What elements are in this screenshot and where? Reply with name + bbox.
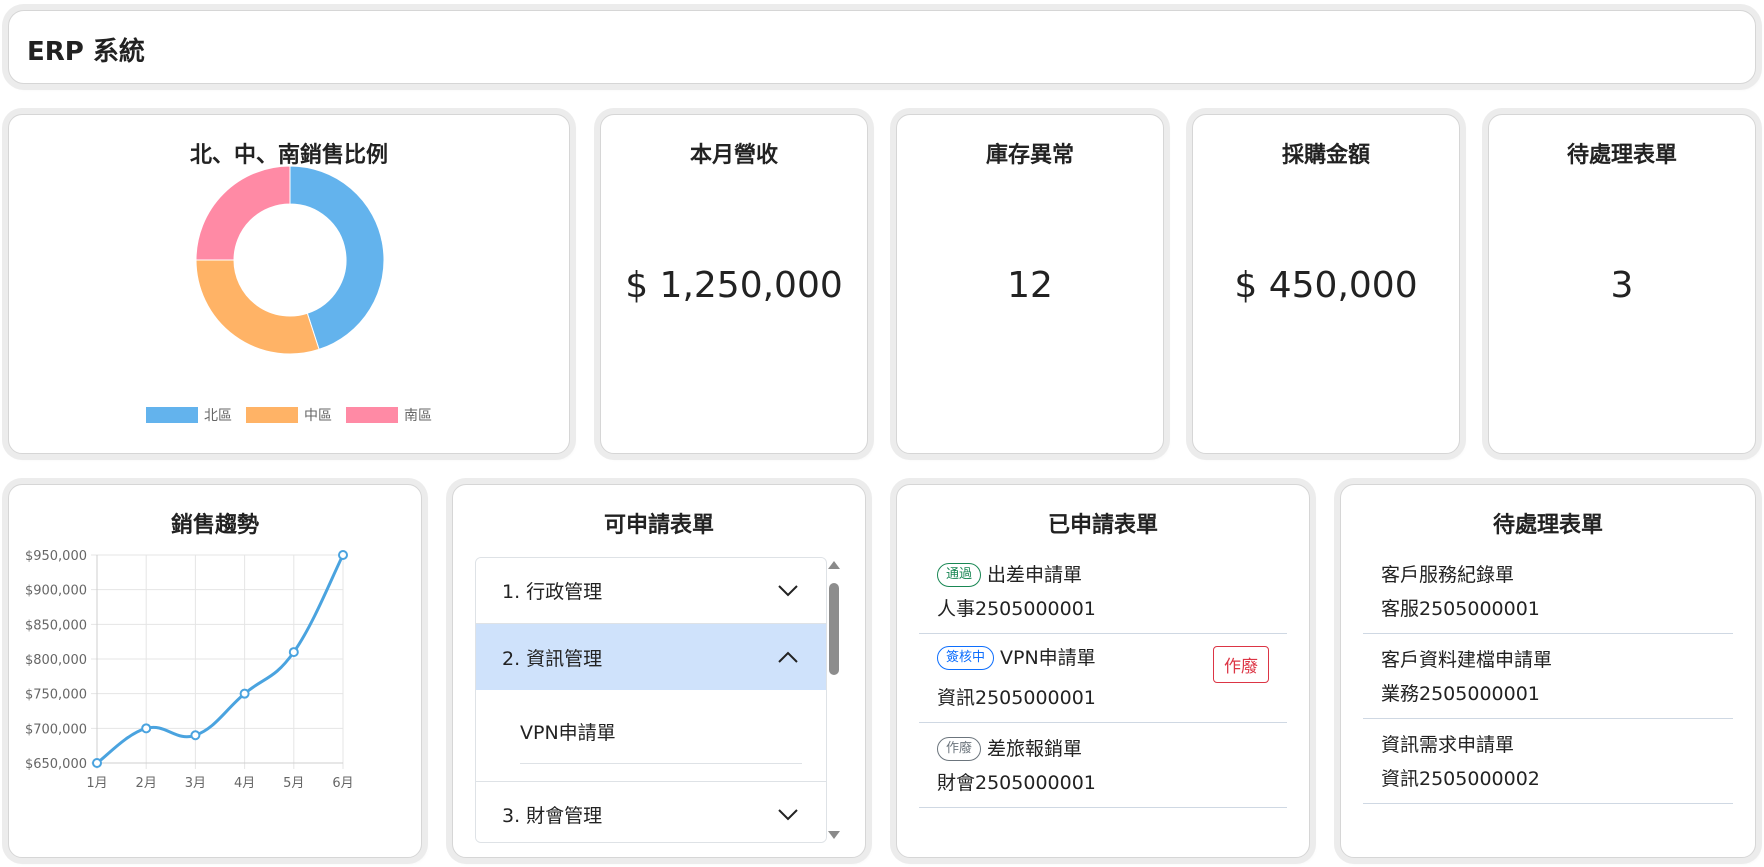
accordion-item-finance[interactable]: 3. 財會管理 <box>476 782 826 842</box>
sales-trend-line-chart: $950,000 $900,000 $850,000 $800,000 $750,000… <box>25 549 354 791</box>
y-tick-label: $750,000 <box>25 688 87 703</box>
applied-forms-card: 已申請表單 通過 出差申請單 人事2505000001 簽核中 VPN申請單 資… <box>896 484 1310 858</box>
sales-ratio-legend: 北區 中區 南區 <box>9 405 569 425</box>
list-item[interactable]: 作廢 差旅報銷單 財會2505000001 <box>919 723 1287 808</box>
data-point[interactable] <box>92 758 102 768</box>
stat-value-inventory: 12 <box>1007 265 1053 306</box>
apply-forms-card: 可申請表單 1. 行政管理 2. 資訊管理 VPN申請單 3. 財會管理 <box>452 484 866 858</box>
accordion-label-it: 2. 資訊管理 <box>502 647 603 670</box>
accordion-label-finance: 3. 財會管理 <box>502 805 603 827</box>
form-number: 業務2505000001 <box>1381 683 1540 705</box>
legend-label-north: 北區 <box>204 408 232 424</box>
form-number: 財會2505000001 <box>937 772 1096 794</box>
accordion-item-it[interactable]: 2. 資訊管理 <box>476 624 826 690</box>
form-name: 客戶資料建檔申請單 <box>1381 649 1553 671</box>
stat-title-pending: 待處理表單 <box>1566 143 1677 168</box>
accordion-body-it: VPN申請單 <box>476 690 826 782</box>
form-name: 資訊需求申請單 <box>1381 734 1515 756</box>
y-tick-label: $800,000 <box>25 653 87 668</box>
form-name: 差旅報銷單 <box>987 738 1083 760</box>
scroll-thumb[interactable] <box>829 583 839 675</box>
legend-label-south: 南區 <box>404 408 432 424</box>
sales-trend-card: 銷售趨勢 $950,000 $900,000 $850,000 $800,000 $75… <box>8 484 422 858</box>
stat-value-pending: 3 <box>1610 265 1634 306</box>
y-tick-label: $850,000 <box>25 618 87 633</box>
legend-item-south[interactable]: 南區 <box>346 405 432 425</box>
app-title: ERP 系統 <box>27 37 145 67</box>
form-number: 客服2505000001 <box>1381 598 1540 620</box>
list-item[interactable]: 資訊需求申請單 資訊2505000002 <box>1363 719 1733 804</box>
accordion-item-admin[interactable]: 1. 行政管理 <box>476 558 826 624</box>
x-tick-label: 5月 <box>283 776 304 791</box>
data-point[interactable] <box>190 730 201 741</box>
stat-card-revenue: 本月營收 $ 1,250,000 <box>600 114 868 454</box>
legend-label-central: 中區 <box>304 408 332 424</box>
y-tick-label: $950,000 <box>25 549 87 564</box>
pending-forms-card: 待處理表單 客戶服務紀錄單 客服2505000001 客戶資料建檔申請單 業務2… <box>1340 484 1756 858</box>
legend-swatch-central <box>246 407 298 423</box>
form-name: 出差申請單 <box>987 564 1083 586</box>
y-tick-label: $900,000 <box>25 584 87 599</box>
list-item[interactable]: 通過 出差申請單 人事2505000001 <box>919 549 1287 634</box>
apply-forms-title: 可申請表單 <box>603 513 714 538</box>
legend-item-north[interactable]: 北區 <box>146 405 232 425</box>
sales-trend-title: 銷售趨勢 <box>170 513 259 538</box>
stat-title-inventory: 庫存異常 <box>985 143 1074 168</box>
void-button[interactable]: 作廢 <box>1213 646 1269 683</box>
legend-swatch-south <box>346 407 398 423</box>
sales-ratio-card: 北、中、南銷售比例 北區 中區 南區 <box>8 114 570 454</box>
status-badge: 簽核中 <box>937 646 995 670</box>
chevron-up-icon <box>778 651 798 663</box>
pie-slice-central[interactable] <box>195 259 320 355</box>
app-header: ERP 系統 <box>8 10 1756 84</box>
data-point[interactable] <box>288 647 299 658</box>
form-number: 資訊2505000001 <box>937 687 1096 709</box>
x-tick-label: 4月 <box>234 776 255 791</box>
sales-ratio-donut-chart <box>195 165 385 355</box>
chevron-down-icon <box>778 808 798 820</box>
list-item[interactable]: 客戶資料建檔申請單 業務2505000001 <box>1363 634 1733 719</box>
form-number: 人事2505000001 <box>937 598 1096 620</box>
status-badge: 作廢 <box>937 737 982 761</box>
pending-forms-title: 待處理表單 <box>1492 513 1603 538</box>
y-tick-label: $700,000 <box>25 722 87 737</box>
stat-card-purchase: 採購金額 $ 450,000 <box>1192 114 1460 454</box>
form-name: VPN申請單 <box>1000 647 1096 669</box>
applied-forms-list: 通過 出差申請單 人事2505000001 簽核中 VPN申請單 資訊25050… <box>919 549 1287 808</box>
apply-forms-accordion: 1. 行政管理 2. 資訊管理 VPN申請單 3. 財會管理 <box>475 557 827 843</box>
pie-slice-south[interactable] <box>195 165 291 261</box>
form-number: 資訊2505000002 <box>1381 768 1540 790</box>
y-tick-label: $650,000 <box>25 757 87 772</box>
stat-title-revenue: 本月營收 <box>689 143 778 168</box>
legend-item-central[interactable]: 中區 <box>246 405 332 425</box>
accordion-label-admin: 1. 行政管理 <box>502 581 603 603</box>
list-item[interactable]: 簽核中 VPN申請單 資訊2505000001 作廢 <box>919 634 1287 723</box>
x-tick-label: 2月 <box>136 776 157 791</box>
legend-swatch-north <box>146 407 198 423</box>
data-point[interactable] <box>338 550 348 560</box>
scroll-down-arrow-icon[interactable] <box>828 831 840 839</box>
stat-value-revenue: $ 1,250,000 <box>625 265 843 306</box>
list-item[interactable]: 客戶服務紀錄單 客服2505000001 <box>1363 549 1733 634</box>
data-point[interactable] <box>141 723 152 734</box>
chevron-down-icon <box>778 584 798 596</box>
accordion-scrollbar[interactable] <box>827 557 841 843</box>
data-point[interactable] <box>239 688 250 699</box>
stat-card-pending: 待處理表單 3 <box>1488 114 1756 454</box>
applied-forms-title: 已申請表單 <box>1047 513 1158 538</box>
stat-card-inventory: 庫存異常 12 <box>896 114 1164 454</box>
x-tick-label: 6月 <box>332 776 353 791</box>
status-badge: 通過 <box>937 563 982 587</box>
form-name: 客戶服務紀錄單 <box>1381 564 1515 586</box>
x-tick-label: 3月 <box>185 776 206 791</box>
pending-forms-list: 客戶服務紀錄單 客服2505000001 客戶資料建檔申請單 業務2505000… <box>1363 549 1733 804</box>
form-link-vpn[interactable]: VPN申請單 <box>520 718 802 764</box>
stat-value-purchase: $ 450,000 <box>1234 265 1418 306</box>
stat-title-purchase: 採購金額 <box>1281 143 1370 168</box>
scroll-up-arrow-icon[interactable] <box>828 561 840 569</box>
x-tick-label: 1月 <box>86 776 107 791</box>
